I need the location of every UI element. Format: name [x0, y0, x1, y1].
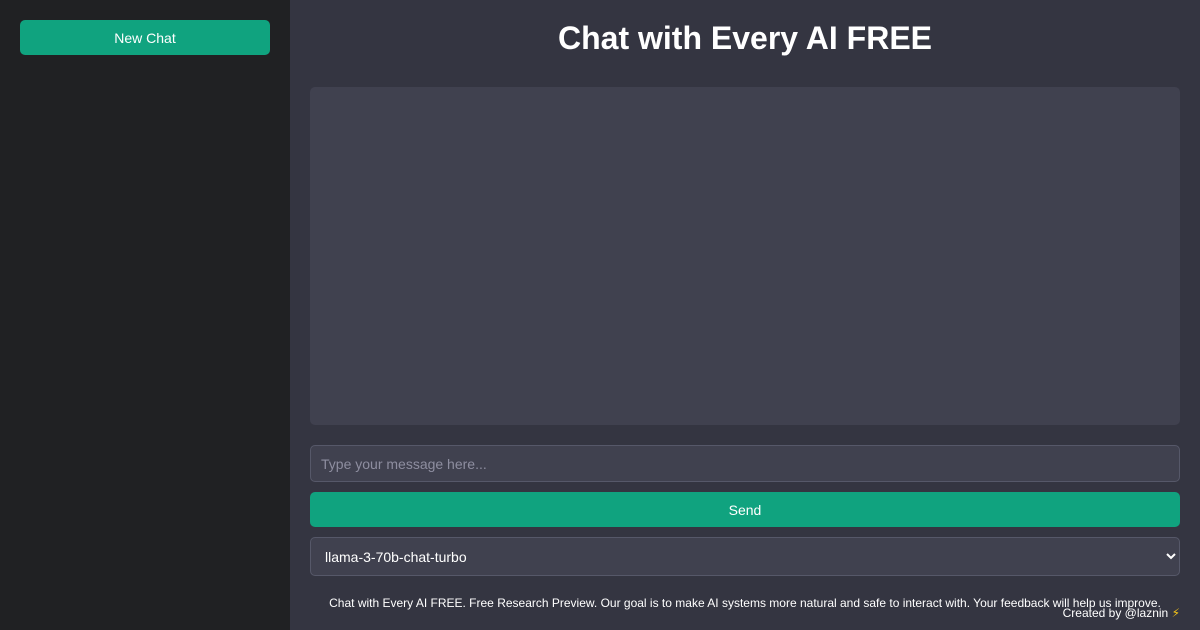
chat-messages-area[interactable]: [310, 87, 1180, 425]
app-window: New Chat Chat with Every AI FREE Send ll…: [0, 0, 1200, 630]
footer-disclaimer: Chat with Every AI FREE. Free Research P…: [329, 596, 1161, 610]
page-title: Chat with Every AI FREE: [558, 20, 932, 56]
send-button[interactable]: Send: [310, 492, 1180, 527]
sidebar: New Chat: [0, 0, 290, 630]
main-panel: Chat with Every AI FREE Send llama-3-70b…: [290, 0, 1200, 630]
bolt-icon: ⚡: [1171, 606, 1180, 620]
credit-text: Created by @laznin: [1062, 606, 1169, 620]
new-chat-button[interactable]: New Chat: [20, 20, 270, 55]
message-input[interactable]: [310, 445, 1180, 482]
credit-line: Created by @laznin ⚡: [1063, 605, 1180, 621]
model-select[interactable]: llama-3-70b-chat-turbo: [310, 537, 1180, 576]
